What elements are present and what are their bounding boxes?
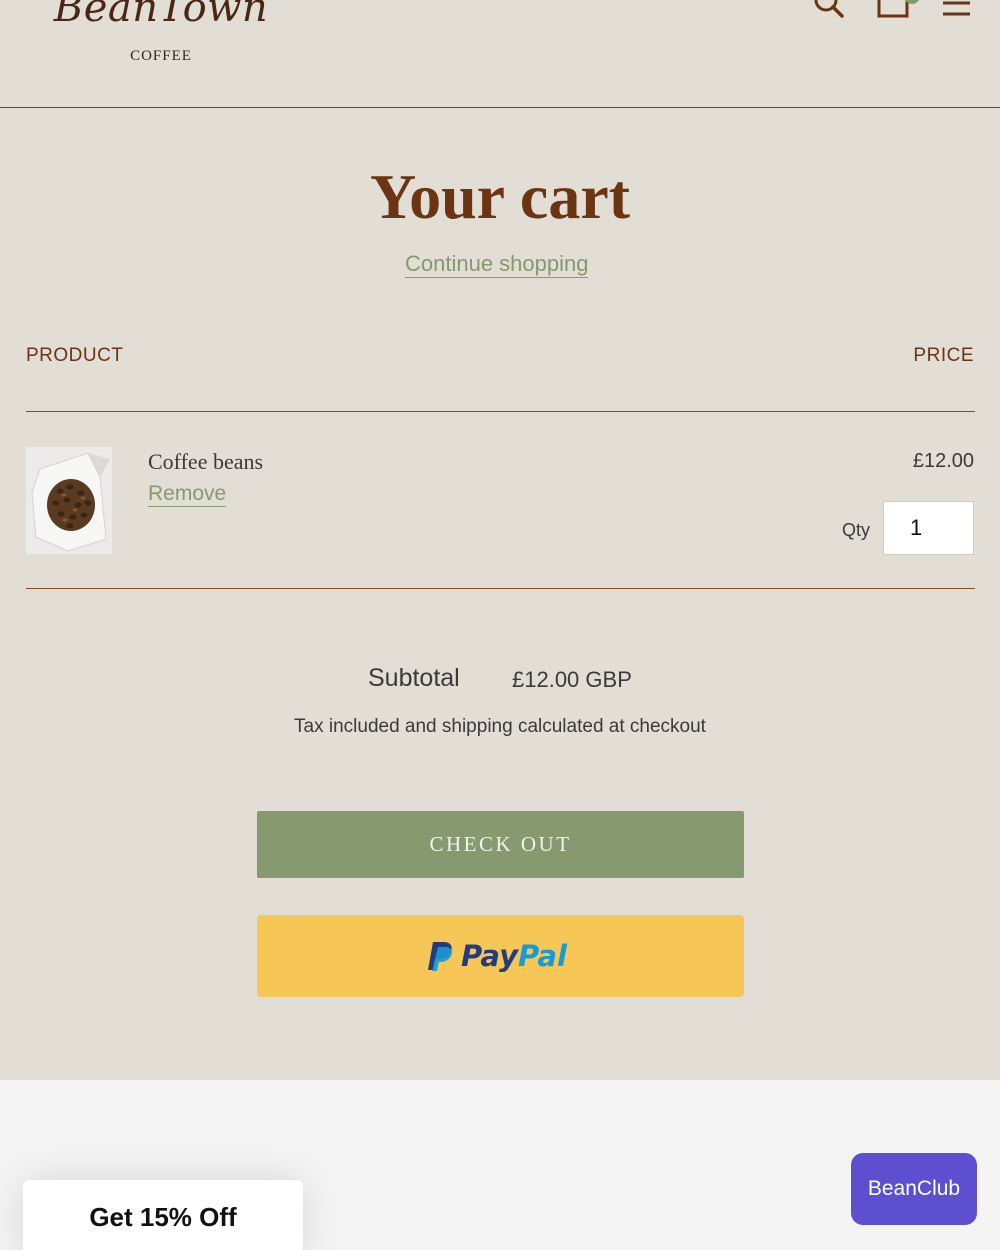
logo-script-text: BeanTown [53, 0, 269, 31]
product-thumbnail[interactable] [26, 447, 112, 554]
paypal-button[interactable]: PayPal [257, 915, 744, 997]
site-header: BeanTown COFFEE [0, 0, 1000, 108]
paypal-icon [428, 942, 452, 971]
brand-logo[interactable]: BeanTown COFFEE [46, 0, 276, 65]
bag-icon[interactable] [876, 0, 910, 25]
item-name[interactable]: Coffee beans [148, 449, 263, 475]
logo-subtitle: COFFEE [130, 48, 192, 64]
divider [26, 588, 975, 589]
price-column-header: PRICE [913, 345, 974, 366]
divider [26, 411, 975, 412]
beanclub-button[interactable]: BeanClub [851, 1153, 977, 1225]
paypal-pal-text: Pal [517, 939, 567, 973]
paypal-pay-text: Pay [461, 939, 518, 973]
discount-label: Get 15% Off [89, 1202, 237, 1232]
subtotal-value: £12.00 GBP [512, 667, 632, 692]
search-icon[interactable] [812, 0, 846, 25]
discount-popup-tab[interactable]: Get 15% Off [23, 1180, 303, 1250]
page-title: Your cart [369, 161, 631, 232]
product-column-header: PRODUCT [26, 345, 124, 366]
subtotal-label: Subtotal [368, 664, 460, 692]
continue-shopping-link[interactable]: Continue shopping [405, 251, 589, 278]
tax-note: Tax included and shipping calculated at … [294, 716, 706, 737]
quantity-input[interactable] [883, 501, 974, 555]
paypal-logo: PayPal [427, 939, 567, 973]
remove-item-link[interactable]: Remove [148, 482, 227, 507]
checkout-button[interactable]: CHECK OUT [257, 811, 744, 878]
qty-label: Qty [842, 520, 871, 540]
item-price: £12.00 [912, 450, 974, 472]
menu-icon[interactable] [940, 0, 974, 25]
